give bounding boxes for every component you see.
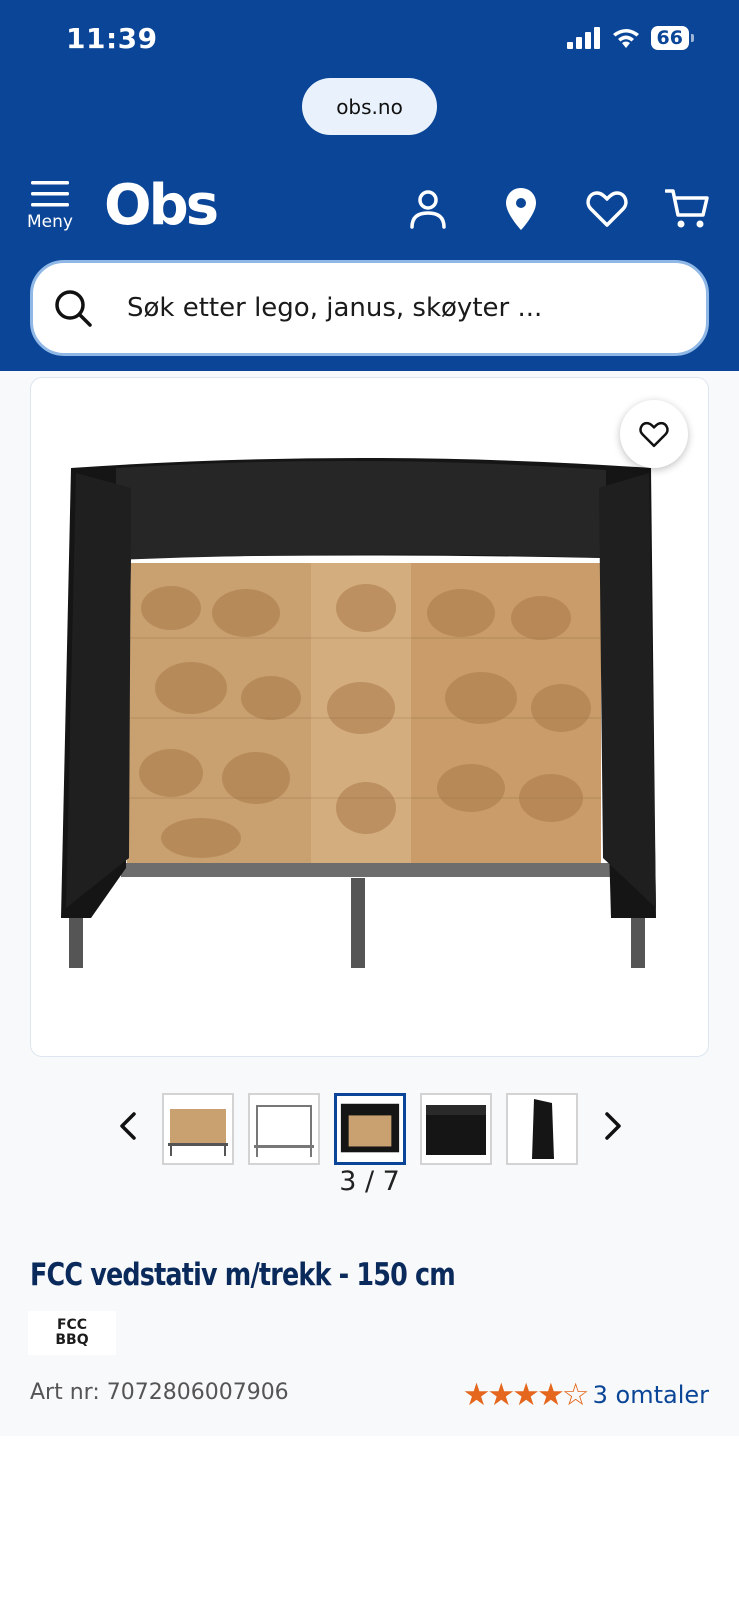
status-time: 11:39	[66, 22, 158, 55]
thumbnail-5[interactable]	[506, 1093, 578, 1165]
reviews-link[interactable]: 3 omtaler	[593, 1381, 709, 1409]
wifi-icon	[612, 29, 639, 48]
thumbnail-2[interactable]	[248, 1093, 320, 1165]
user-icon	[410, 190, 446, 229]
thumbnail-image	[426, 1105, 486, 1155]
chevron-left-icon	[120, 1112, 136, 1140]
product-image	[61, 458, 656, 968]
star-rating: ★★★★☆	[462, 1377, 590, 1413]
location-pin-icon	[506, 188, 536, 230]
main-nav: Meny Obs	[0, 176, 739, 250]
menu-label: Meny	[27, 212, 73, 232]
article-number: Art nr: 7072806007906	[30, 1380, 289, 1405]
brand-logo-line-1: FCC	[56, 1317, 88, 1333]
thumbnail-image	[532, 1099, 554, 1159]
site-header: 11:39 66 obs.no Meny Obs Søk etter lego,…	[0, 0, 739, 371]
battery-indicator: 66	[650, 26, 695, 50]
prev-image-button[interactable]	[108, 1106, 148, 1146]
menu-button[interactable]: Meny	[24, 180, 76, 242]
chevron-right-icon	[605, 1112, 621, 1140]
thumbnail-image	[254, 1105, 314, 1157]
heart-outline-icon	[639, 421, 669, 447]
brand-logo[interactable]: FCC BBQ	[28, 1311, 116, 1355]
thumbnail-3[interactable]	[334, 1093, 406, 1165]
thumbnail-4[interactable]	[420, 1093, 492, 1165]
search-input[interactable]: Søk etter lego, janus, skøyter ...	[127, 293, 542, 323]
account-button[interactable]	[405, 186, 451, 232]
thumbnail-strip	[0, 1086, 739, 1166]
product-title: FCC vedstativ m/trekk - 150 cm	[30, 1257, 456, 1293]
add-to-wishlist-button[interactable]	[620, 400, 688, 468]
search-icon	[55, 290, 92, 327]
signal-icon	[566, 27, 600, 49]
cart-icon	[665, 189, 709, 228]
search-bar[interactable]: Søk etter lego, janus, skøyter ...	[30, 260, 709, 356]
thumbnail-image	[340, 1103, 400, 1153]
brand-logo-line-2: BBQ	[55, 1332, 89, 1348]
wishlist-button[interactable]	[584, 186, 630, 232]
store-locator-button[interactable]	[498, 186, 544, 232]
cart-button[interactable]	[664, 186, 710, 232]
image-counter: 3 / 7	[339, 1166, 400, 1197]
url-bar[interactable]: obs.no	[302, 78, 437, 135]
thumbnail-image	[168, 1109, 228, 1156]
obs-logo[interactable]: Obs	[104, 176, 219, 236]
hamburger-icon	[31, 181, 69, 207]
rating-summary[interactable]: ★★★★☆ 3 omtaler	[463, 1377, 709, 1413]
heart-icon	[586, 191, 628, 227]
thumbnail-1[interactable]	[162, 1093, 234, 1165]
next-image-button[interactable]	[593, 1106, 633, 1146]
product-page: 3 / 7 FCC vedstativ m/trekk - 150 cm FCC…	[0, 371, 739, 1436]
status-icons: 66	[566, 26, 695, 50]
product-image-card[interactable]	[30, 377, 709, 1057]
